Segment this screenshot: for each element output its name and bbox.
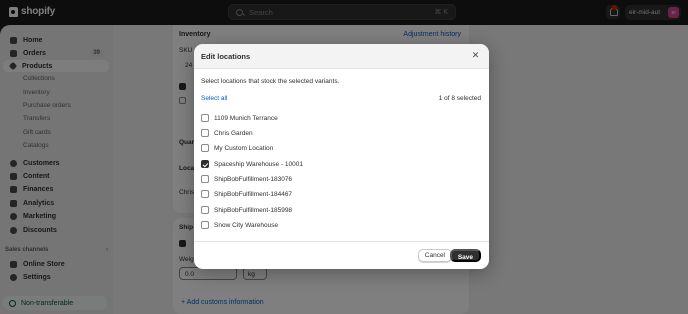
selected-count: 1 of 8 selected — [438, 95, 481, 102]
location-label: ShipBobFulfillment-184467 — [214, 190, 293, 198]
modal-description: Select locations that stock the selected… — [201, 78, 340, 85]
location-checkbox[interactable] — [201, 114, 209, 122]
location-label: ShipBobFulfillment-185998 — [214, 206, 293, 214]
location-checkbox-checked[interactable] — [201, 160, 209, 168]
location-checkbox[interactable] — [201, 221, 209, 229]
modal-header: Edit locations ✕ — [194, 44, 489, 69]
location-checkbox[interactable] — [201, 190, 209, 198]
location-option[interactable]: Spaceship Warehouse - 10001 — [201, 159, 303, 169]
location-label: My Custom Location — [214, 144, 274, 152]
modal-footer: Cancel Save — [194, 241, 489, 269]
location-label: Chris Garden — [214, 129, 253, 137]
location-label: Spaceship Warehouse - 10001 — [214, 160, 304, 168]
location-checkbox[interactable] — [201, 206, 209, 214]
location-checkbox[interactable] — [201, 129, 209, 137]
save-button[interactable]: Save — [449, 249, 481, 262]
location-checkbox[interactable] — [201, 144, 209, 152]
location-label: 1109 Munich Terrance — [214, 114, 278, 122]
location-option[interactable]: ShipBobFulfillment-184467 — [201, 189, 292, 199]
edit-locations-modal: Edit locations ✕ Select locations that s… — [194, 44, 489, 269]
select-all-link[interactable]: Select all — [201, 95, 227, 102]
location-option[interactable]: ShipBobFulfillment-185998 — [201, 205, 292, 215]
modal-title: Edit locations — [201, 52, 251, 61]
location-label: ShipBobFulfillment-183076 — [214, 175, 293, 183]
location-option[interactable]: My Custom Location — [201, 143, 273, 153]
cancel-button[interactable]: Cancel — [417, 249, 452, 262]
location-option[interactable]: Snow City Warehouse — [201, 220, 278, 230]
location-option[interactable]: 1109 Munich Terrance — [201, 113, 278, 123]
close-icon[interactable]: ✕ — [471, 51, 480, 60]
location-option[interactable]: ShipBobFulfillment-183076 — [201, 174, 292, 184]
location-checkbox[interactable] — [201, 175, 209, 183]
location-option[interactable]: Chris Garden — [201, 128, 253, 138]
location-label: Snow City Warehouse — [214, 221, 279, 229]
